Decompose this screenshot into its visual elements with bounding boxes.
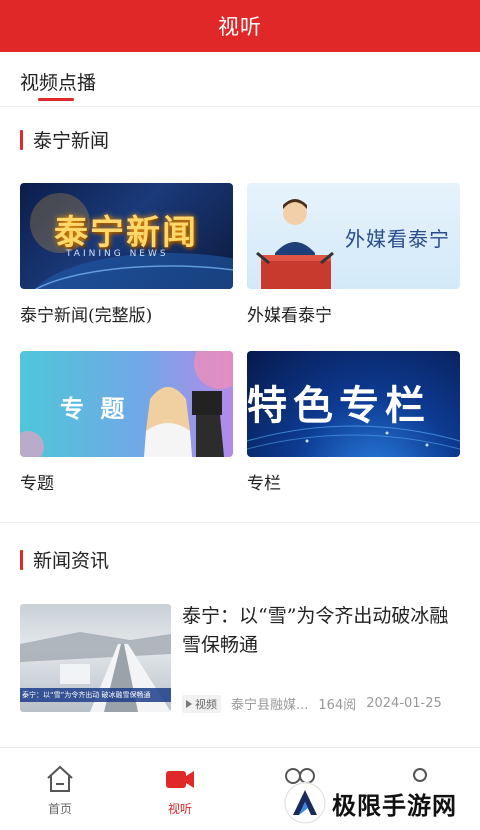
thumbnail-title-text: 泰宁新闻 xyxy=(54,213,198,253)
section-header-taining-news: 泰宁新闻 xyxy=(20,126,109,153)
video-card-special-topic[interactable]: 专 题 专题 xyxy=(20,351,233,494)
video-card-label: 泰宁新闻(完整版) xyxy=(20,306,153,326)
video-thumbnail: 泰宁新闻 TAINING NEWS xyxy=(20,183,233,289)
thumbnail-title-text: 外媒看泰宁 xyxy=(345,227,450,251)
news-read-count: 164阅 xyxy=(318,698,357,713)
news-title: 泰宁：以“雪”为令齐出动破冰融雪保畅通 xyxy=(182,605,449,656)
video-thumbnail: 特色专栏 xyxy=(247,351,460,457)
news-date: 2024-01-25 xyxy=(366,696,442,711)
news-meta: 视频 泰宁县融媒... 164阅 2024-01-25 xyxy=(182,694,442,713)
section-title: 泰宁新闻 xyxy=(33,130,110,152)
video-camera-icon xyxy=(166,771,194,788)
page-title: 视听 xyxy=(218,15,262,39)
top-bar: 视听 xyxy=(0,0,480,52)
watermark-text: 极限手游网 xyxy=(332,790,457,820)
tab-active-indicator xyxy=(38,98,74,101)
news-source: 泰宁县融媒... xyxy=(231,698,309,713)
video-card-label: 专栏 xyxy=(247,474,281,494)
news-thumbnail: 泰宁：以“雪”为令齐出动 破冰融雪保畅通 xyxy=(20,604,171,712)
section-accent-bar xyxy=(20,129,23,150)
video-card-label: 专题 xyxy=(20,474,54,494)
thumbnail-subtitle-text: TAINING NEWS xyxy=(66,249,169,259)
nav-item-audio-video[interactable]: 视听 xyxy=(140,764,220,817)
nav-label: 首页 xyxy=(47,802,72,816)
video-tag-label: 视频 xyxy=(195,697,217,711)
video-card-label: 外媒看泰宁 xyxy=(247,306,332,326)
video-card-foreign-media[interactable]: 外媒看泰宁 外媒看泰宁 xyxy=(247,183,460,326)
video-card-taining-news[interactable]: 泰宁新闻 TAINING NEWS 泰宁新闻(完整版) xyxy=(20,183,233,326)
section-accent-bar xyxy=(20,549,23,570)
section-title: 新闻资讯 xyxy=(33,550,110,572)
thumbnail-title-text: 特色专栏 xyxy=(247,383,431,429)
news-thumbnail-caption: 泰宁：以“雪”为令齐出动 破冰融雪保畅通 xyxy=(22,691,151,699)
video-thumbnail: 专 题 xyxy=(20,351,233,457)
play-icon xyxy=(186,699,192,708)
section-header-news: 新闻资讯 xyxy=(20,546,109,573)
tab-video-on-demand[interactable]: 视频点播 xyxy=(20,68,96,95)
nav-label: 视听 xyxy=(167,802,192,816)
video-thumbnail: 外媒看泰宁 xyxy=(247,183,460,289)
nav-item-home[interactable]: 首页 xyxy=(20,764,100,817)
video-card-column[interactable]: 特色专栏 专栏 xyxy=(247,351,460,494)
news-list-item[interactable]: 泰宁：以“雪”为令齐出动 破冰融雪保畅通 泰宁：以“雪”为令齐出动破冰融雪保畅通… xyxy=(20,604,460,713)
home-icon xyxy=(47,765,73,792)
video-tag: 视频 xyxy=(182,694,221,713)
section-divider xyxy=(0,522,480,523)
site-watermark: 极限手游网 xyxy=(284,777,480,829)
thumbnail-title-text: 专 题 xyxy=(60,394,129,423)
subtab-bar: 视频点播 xyxy=(0,52,480,107)
watermark-logo-icon xyxy=(284,782,326,824)
